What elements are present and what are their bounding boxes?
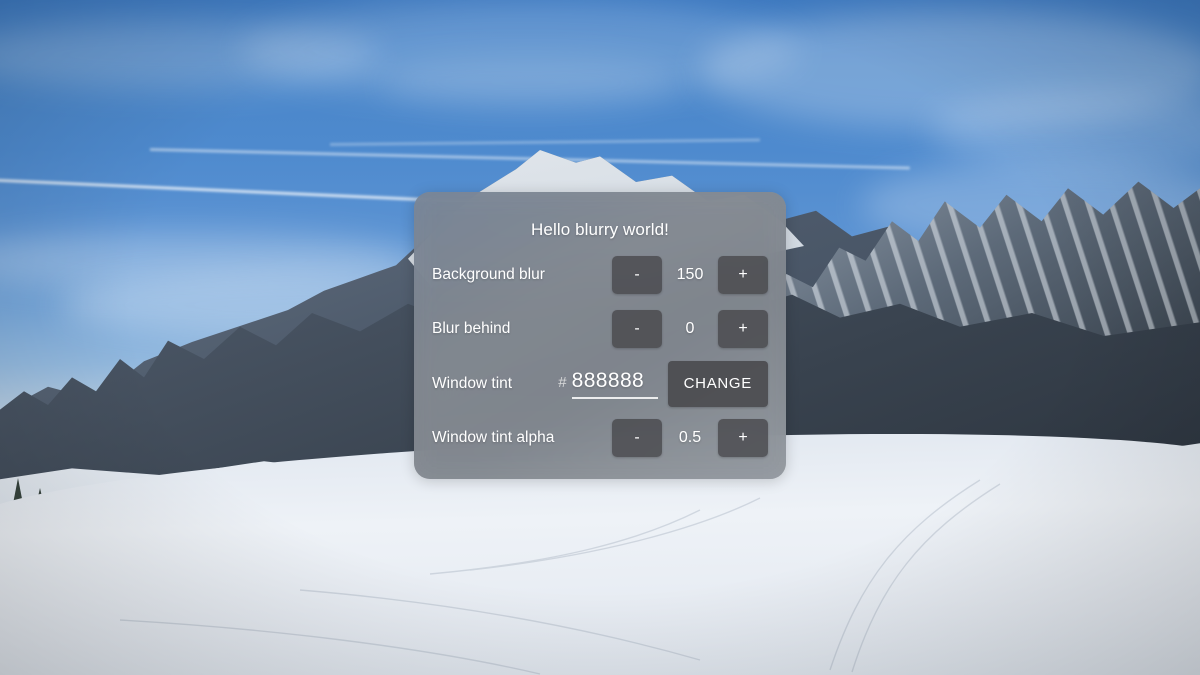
background-blur-increment-button[interactable]: +	[718, 256, 768, 295]
ski-tracks	[119, 479, 1001, 675]
window-tint-alpha-increment-button[interactable]: +	[718, 418, 768, 457]
stepper-blur-behind: - 0 +	[612, 310, 768, 349]
settings-rows: Background blur - 150 + Blur behind - 0 …	[414, 242, 786, 479]
window-tint-input[interactable]	[571, 368, 658, 399]
row-window-tint-alpha: Window tint alpha - 0.5 +	[432, 415, 768, 461]
cloud	[380, 55, 680, 110]
blur-behind-increment-button[interactable]: +	[718, 310, 768, 349]
blur-behind-value: 0	[685, 320, 695, 338]
contrail	[329, 138, 760, 146]
background-blur-decrement-button[interactable]: -	[612, 256, 662, 295]
row-label-blur-behind: Blur behind	[432, 320, 511, 338]
hash-prefix-icon: #	[558, 373, 567, 391]
window-tint-alpha-value: 0.5	[678, 428, 702, 446]
window-tint-change-button[interactable]: CHANGE	[667, 360, 768, 407]
row-window-tint: Window tint # CHANGE	[432, 360, 768, 407]
row-label-background-blur: Background blur	[432, 266, 545, 284]
row-background-blur: Background blur - 150 +	[432, 252, 768, 298]
dialog-title: Hello blurry world!	[531, 220, 669, 239]
screen: Hello blurry world! Background blur - 15…	[0, 0, 1200, 675]
blur-behind-decrement-button[interactable]: -	[612, 310, 662, 349]
window-tint-field: #	[558, 368, 658, 399]
row-blur-behind: Blur behind - 0 +	[432, 306, 768, 352]
stepper-window-tint-alpha: - 0.5 +	[612, 418, 768, 457]
row-label-window-tint: Window tint	[432, 374, 513, 392]
stepper-background-blur: - 150 +	[612, 256, 768, 295]
window-tint-alpha-decrement-button[interactable]: -	[612, 418, 662, 457]
blur-settings-dialog: Hello blurry world! Background blur - 15…	[414, 192, 786, 479]
background-blur-value: 150	[676, 266, 704, 284]
row-label-window-tint-alpha: Window tint alpha	[432, 428, 555, 446]
